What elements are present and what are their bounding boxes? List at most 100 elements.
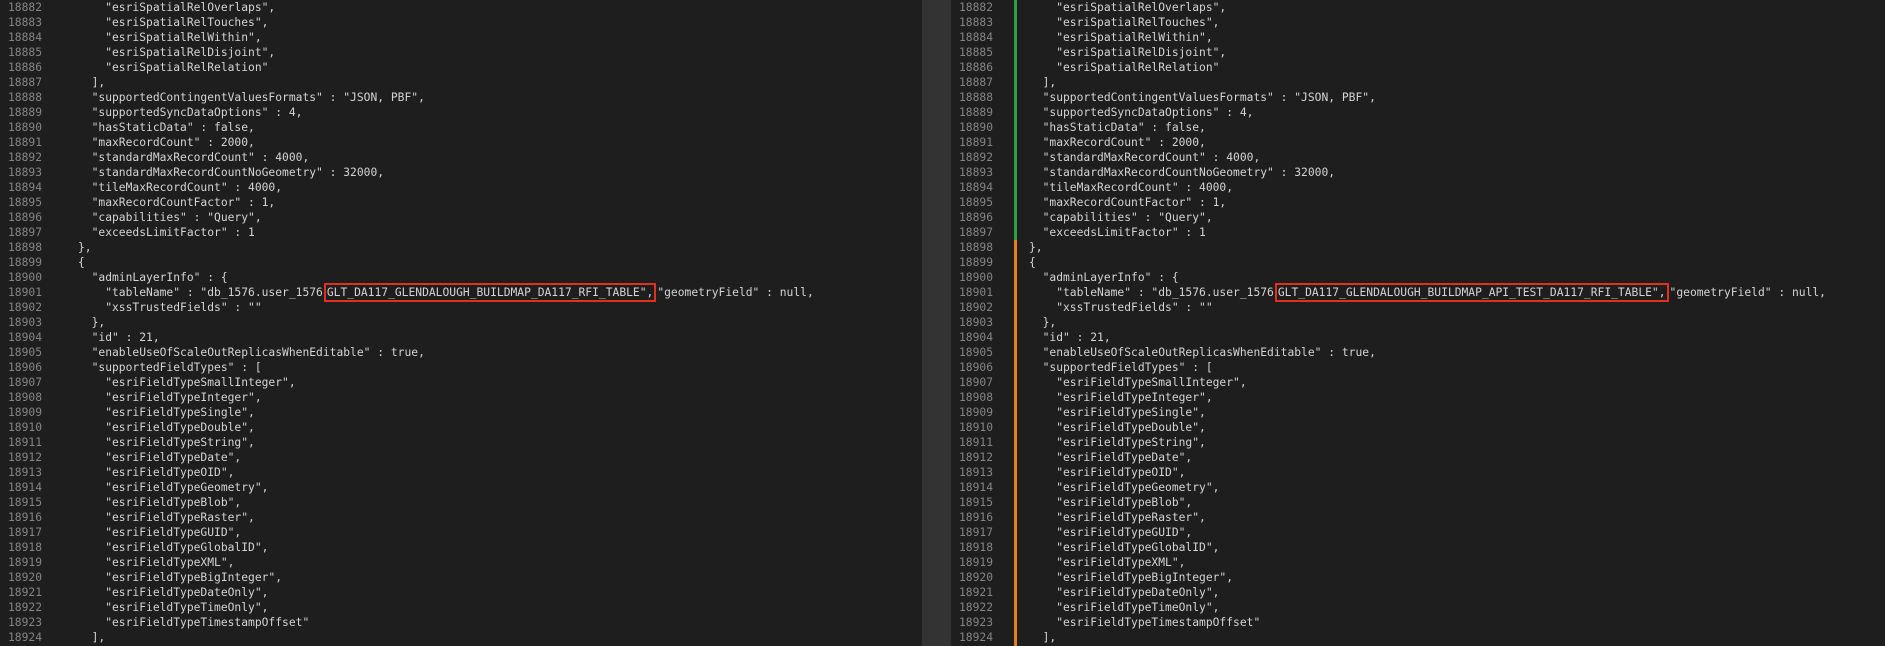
line-number: 18923 (8, 616, 43, 629)
code-line: "standardMaxRecordCountNoGeometry" : 320… (78, 165, 384, 180)
code-text: "esriFieldTypeRaster", (1029, 511, 1206, 524)
line-number: 18898 (959, 241, 994, 254)
line-number: 18890 (959, 121, 994, 134)
code-text: "maxRecordCountFactor" : 1, (1029, 196, 1227, 209)
code-text: "standardMaxRecordCountNoGeometry" : 320… (78, 166, 385, 179)
code-area[interactable]: "esriSpatialRelOverlaps", "esriSpatialRe… (1019, 0, 1885, 646)
code-line: "esriFieldTypeGeometry", (1029, 480, 1219, 495)
code-text: "esriFieldTypeDate", (78, 451, 242, 464)
code-line: "xssTrustedFields" : "" (78, 300, 262, 315)
line-number: 18883 (8, 16, 43, 29)
code-text: "esriFieldTypeBlob", (1029, 496, 1193, 509)
code-text: "maxRecordCount" : 2000, (78, 136, 255, 149)
line-number: 18919 (959, 556, 994, 569)
right-pane[interactable]: 18882 18883 18884 18885 18886 18887 18888 18889… (951, 0, 1885, 646)
code-text: "adminLayerInfo" : { (78, 271, 228, 284)
code-line: "exceedsLimitFactor" : 1 (1029, 225, 1206, 240)
code-text: }, (1029, 316, 1057, 329)
line-number: 18904 (8, 331, 43, 344)
code-text: "esriSpatialRelOverlaps", (78, 1, 276, 14)
code-text: "hasStaticData" : false, (78, 121, 255, 134)
code-line: "standardMaxRecordCount" : 4000, (78, 150, 310, 165)
code-text: "exceedsLimitFactor" : 1 (78, 226, 255, 239)
line-number: 18899 (8, 256, 43, 269)
code-line: "esriFieldTypeXML", (1029, 555, 1185, 570)
code-line: "enableUseOfScaleOutReplicasWhenEditable… (78, 345, 425, 360)
pane-splitter[interactable] (922, 0, 951, 646)
code-text: "esriFieldTypeBigInteger", (1029, 571, 1234, 584)
line-number: 18914 (959, 481, 994, 494)
line-number: 18887 (8, 76, 43, 89)
line-number: 18912 (959, 451, 994, 464)
code-text: "supportedContingentValuesFormats" : "JS… (1029, 91, 1376, 104)
code-line: "esriSpatialRelRelation" (78, 60, 268, 75)
line-number: 18924 (959, 631, 994, 644)
code-line: "esriFieldTypeDate", (78, 450, 241, 465)
line-number: 18885 (8, 46, 43, 59)
code-line: "enableUseOfScaleOutReplicasWhenEditable… (1029, 345, 1376, 360)
line-number: 18924 (8, 631, 43, 644)
code-text: "maxRecordCount" : 2000, (1029, 136, 1206, 149)
line-number: 18906 (959, 361, 994, 374)
line-number: 18908 (8, 391, 43, 404)
code-text: "xssTrustedFields" : "" (78, 301, 262, 314)
code-line: "esriFieldTypeTimestampOffset" (78, 615, 309, 630)
code-line: "esriFieldTypeTimeOnly", (1029, 600, 1219, 615)
code-text: "esriFieldTypeGUID", (78, 526, 242, 539)
code-line: "esriFieldTypeSingle", (1029, 405, 1206, 420)
code-line: "tableName" : "db_1576.user_1576 GLT_DA11… (1029, 283, 1826, 302)
code-text: "maxRecordCountFactor" : 1, (78, 196, 276, 209)
line-number: 18892 (959, 151, 994, 164)
code-text: "esriFieldTypeTimestampOffset" (78, 616, 310, 629)
line-number: 18883 (959, 16, 994, 29)
code-line: "esriFieldTypeBlob", (1029, 495, 1192, 510)
line-number: 18882 (959, 1, 994, 14)
code-text: "esriFieldTypeGUID", (1029, 526, 1193, 539)
line-number: 18920 (8, 571, 43, 584)
code-text: }, (1029, 241, 1043, 254)
code-line: "esriFieldTypeBigInteger", (1029, 570, 1233, 585)
line-number: 18903 (959, 316, 994, 329)
diff-viewer: 18882 18883 18884 18885 18886 18887 18888 18889… (0, 0, 1885, 646)
code-line: "esriFieldTypeBlob", (78, 495, 241, 510)
code-text: "capabilities" : "Query", (78, 211, 262, 224)
line-number: 18902 (8, 301, 43, 314)
code-line: "esriFieldTypeDateOnly", (1029, 585, 1219, 600)
line-number: 18903 (8, 316, 43, 329)
code-line: "esriFieldTypeBigInteger", (78, 570, 282, 585)
code-text: "adminLayerInfo" : { (1029, 271, 1179, 284)
code-line: "standardMaxRecordCountNoGeometry" : 320… (1029, 165, 1335, 180)
line-number: 18914 (8, 481, 43, 494)
code-line: "esriFieldTypeInteger", (1029, 390, 1213, 405)
code-area[interactable]: "esriSpatialRelOverlaps", "esriSpatialRe… (68, 0, 922, 646)
code-line: "esriFieldTypeInteger", (78, 390, 261, 405)
code-line: ], (1029, 75, 1057, 90)
line-number: 18913 (959, 466, 994, 479)
code-text: "esriSpatialRelWithin", (1029, 31, 1213, 44)
code-text: }, (78, 241, 92, 254)
code-text: "esriFieldTypeTimeOnly", (1029, 601, 1220, 614)
code-line: "supportedFieldTypes" : [ (1029, 360, 1213, 375)
code-text: }, (78, 316, 106, 329)
line-number: 18907 (8, 376, 43, 389)
line-number: 18891 (8, 136, 43, 149)
line-number: 18917 (959, 526, 994, 539)
code-line: "supportedContingentValuesFormats" : "JS… (78, 90, 425, 105)
code-line: "esriFieldTypeSmallInteger", (1029, 375, 1246, 390)
code-line: "esriFieldTypeSingle", (78, 405, 255, 420)
code-text: "esriFieldTypeInteger", (1029, 391, 1213, 404)
change-indicator-bar (1014, 0, 1017, 646)
code-line: }, (1029, 240, 1043, 255)
line-number: 18918 (959, 541, 994, 554)
code-text-suffix: "geometryField" : null, (657, 286, 814, 299)
code-text-suffix: "geometryField" : null, (1669, 286, 1826, 299)
code-text: "esriSpatialRelTouches", (78, 16, 269, 29)
left-pane[interactable]: 18882 18883 18884 18885 18886 18887 18888 18889… (0, 0, 922, 646)
code-line: "maxRecordCountFactor" : 1, (1029, 195, 1227, 210)
highlighted-diff-text: GLT_DA117_GLENDALOUGH_BUILDMAP_API_TEST_… (1274, 283, 1669, 302)
code-line: "esriSpatialRelOverlaps", (1029, 0, 1226, 15)
line-number: 18923 (959, 616, 994, 629)
code-line: "esriFieldTypeRaster", (1029, 510, 1206, 525)
code-line: "standardMaxRecordCount" : 4000, (1029, 150, 1261, 165)
code-line: "esriFieldTypeGlobalID", (78, 540, 268, 555)
